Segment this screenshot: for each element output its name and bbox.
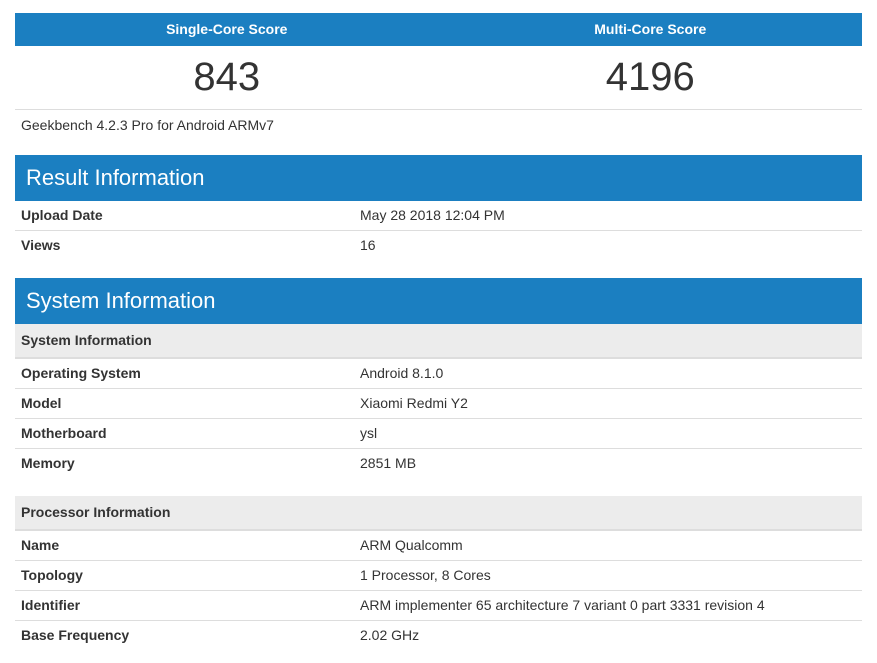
row-value: 1 Processor, 8 Cores xyxy=(360,567,491,583)
score-table: Single-Core Score Multi-Core Score 843 4… xyxy=(15,13,862,140)
row-value: 2.02 GHz xyxy=(360,627,420,643)
single-core-score: 843 xyxy=(193,55,261,99)
row-value: ysl xyxy=(360,425,378,441)
table-row: Model Xiaomi Redmi Y2 xyxy=(15,389,862,419)
row-key: Model xyxy=(21,395,62,411)
table-row: Identifier ARM implementer 65 architectu… xyxy=(15,591,862,621)
row-key: Operating System xyxy=(21,365,141,381)
table-row: Memory 2851 MB xyxy=(15,449,862,478)
table-row: Name ARM Qualcomm xyxy=(15,531,862,561)
row-value: 2851 MB xyxy=(360,455,417,471)
subsection-title-processor: Processor Information xyxy=(15,496,862,531)
benchmark-version: Geekbench 4.2.3 Pro for Android ARMv7 xyxy=(21,117,274,133)
row-value: May 28 2018 12:04 PM xyxy=(360,207,505,223)
row-key: Identifier xyxy=(21,597,81,613)
row-value: 16 xyxy=(360,237,376,253)
table-row: Base Frequency 2.02 GHz xyxy=(15,621,862,650)
row-key: Upload Date xyxy=(21,207,103,223)
system-information-section: System Information System Information Op… xyxy=(15,278,862,650)
score-header-row: Single-Core Score Multi-Core Score xyxy=(15,13,862,46)
result-information-section: Result Information Upload Date May 28 20… xyxy=(15,155,862,260)
benchmark-result-page: Single-Core Score Multi-Core Score 843 4… xyxy=(15,13,862,650)
row-key: Base Frequency xyxy=(21,627,130,643)
row-key: Memory xyxy=(21,455,75,471)
row-value: Xiaomi Redmi Y2 xyxy=(360,395,468,411)
row-key: Name xyxy=(21,537,60,553)
section-title-result: Result Information xyxy=(15,155,862,201)
row-value: Android 8.1.0 xyxy=(360,365,444,381)
table-row: Operating System Android 8.1.0 xyxy=(15,359,862,389)
section-title-system: System Information xyxy=(15,278,862,324)
score-value-row: 843 4196 xyxy=(15,46,862,110)
subsection-title-system: System Information xyxy=(15,324,862,359)
multi-core-label: Multi-Core Score xyxy=(594,21,707,37)
table-row: Upload Date May 28 2018 12:04 PM xyxy=(15,201,862,231)
row-key: Motherboard xyxy=(21,425,107,441)
row-key: Topology xyxy=(21,567,83,583)
row-value: ARM Qualcomm xyxy=(360,537,463,553)
table-row: Views 16 xyxy=(15,231,862,260)
row-value: ARM implementer 65 architecture 7 varian… xyxy=(360,597,765,613)
row-key: Views xyxy=(21,237,61,253)
single-core-label: Single-Core Score xyxy=(166,21,288,37)
table-row: Motherboard ysl xyxy=(15,419,862,449)
table-row: Topology 1 Processor, 8 Cores xyxy=(15,561,862,591)
multi-core-score: 4196 xyxy=(605,55,695,99)
